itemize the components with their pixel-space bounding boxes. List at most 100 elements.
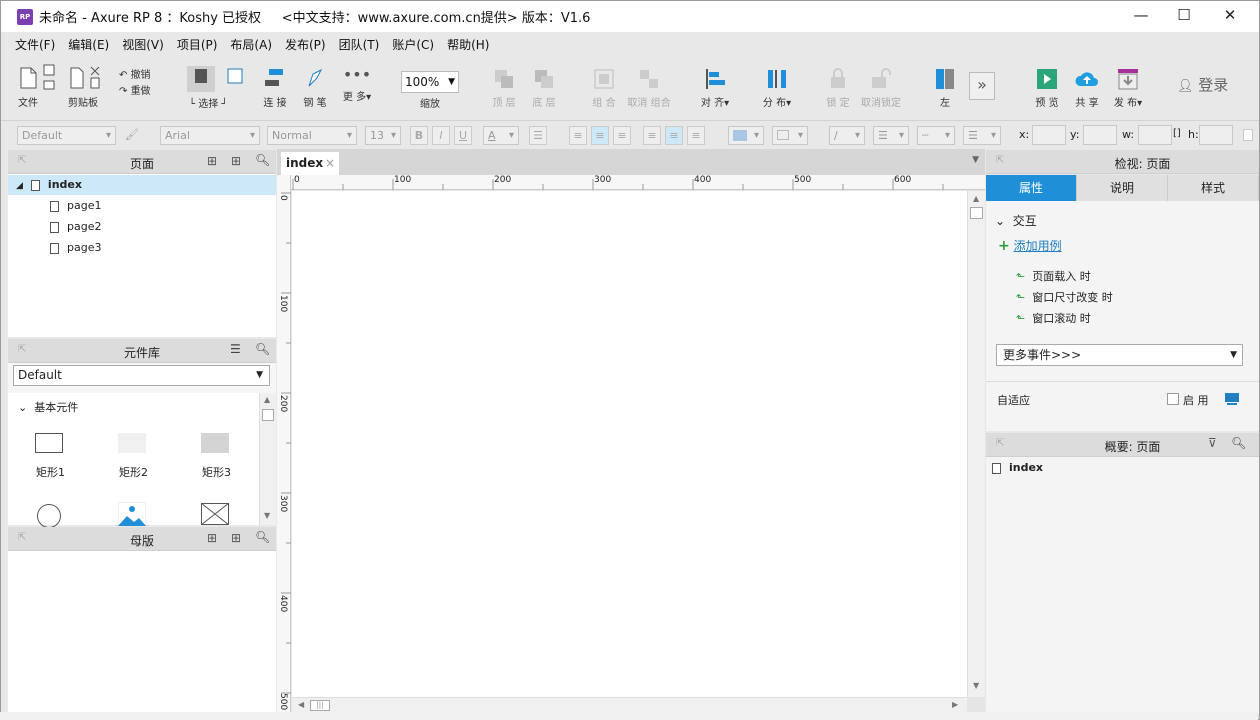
align-text-left-icon[interactable]: ≡: [569, 126, 587, 145]
interaction-section-toggle[interactable]: ⌄ 交互: [995, 212, 1037, 229]
maximize-button[interactable]: ☐: [1161, 1, 1207, 32]
file-button[interactable]: 文件: [15, 66, 41, 109]
scroll-up-icon[interactable]: ▲: [264, 395, 270, 404]
search-icon[interactable]: 🔍︎: [255, 153, 270, 167]
underline-button[interactable]: U: [454, 126, 472, 145]
menu-project[interactable]: 项目(P): [177, 36, 218, 53]
connect-button[interactable]: 连 接: [261, 66, 289, 109]
canvas-vertical-scrollbar[interactable]: ▲ ▼: [967, 191, 985, 697]
italic-button[interactable]: I: [432, 126, 450, 145]
tab-list-chevron-icon[interactable]: ▼: [972, 155, 979, 165]
library-select[interactable]: Default ▼: [13, 365, 270, 386]
add-folder-icon[interactable]: ⊞: [231, 154, 241, 168]
scroll-thumb[interactable]: [262, 409, 274, 421]
close-tab-icon[interactable]: ×: [325, 152, 335, 174]
menu-icon[interactable]: ☰: [230, 342, 241, 356]
expand-toolbar-button[interactable]: »: [969, 72, 995, 100]
hidden-checkbox[interactable]: [1243, 129, 1253, 141]
add-master-icon[interactable]: ⊞: [207, 531, 217, 545]
arrow-style-select[interactable]: ☰: [963, 126, 1001, 145]
rectangle3-widget[interactable]: [201, 433, 229, 453]
distribute-button[interactable]: 分 布▾: [759, 68, 795, 109]
canvas-horizontal-scrollbar[interactable]: ◀ ||| ▶: [292, 697, 967, 713]
event-window-resize[interactable]: ⬑ 窗口尺寸改变 时: [1016, 289, 1113, 305]
undo-button[interactable]: ↶ 撤销: [119, 66, 159, 81]
add-page-icon[interactable]: ⊞: [207, 154, 217, 168]
more-events-select[interactable]: 更多事件>>> ▼: [996, 344, 1243, 366]
tab-properties[interactable]: 属性: [986, 175, 1077, 201]
style-select[interactable]: Default: [17, 126, 116, 145]
save-button[interactable]: [41, 64, 57, 97]
image-widget[interactable]: [118, 502, 146, 526]
line-width-select[interactable]: ☰: [873, 126, 909, 145]
menu-publish[interactable]: 发布(P): [285, 36, 326, 53]
outline-item-index[interactable]: index: [992, 458, 1043, 478]
scroll-down-icon[interactable]: ▼: [973, 681, 979, 690]
pen-button[interactable]: 钢 笔: [301, 66, 329, 109]
align-text-right-icon[interactable]: ≡: [613, 126, 631, 145]
fill-color-select[interactable]: [728, 126, 764, 145]
lock-button[interactable]: 锁 定: [823, 68, 853, 109]
menu-file[interactable]: 文件(F): [15, 36, 55, 53]
adaptive-enable-checkbox[interactable]: [1167, 393, 1179, 405]
scroll-thumb[interactable]: |||: [310, 700, 330, 711]
menu-team[interactable]: 团队(T): [339, 36, 380, 53]
ellipse-widget[interactable]: [37, 504, 61, 528]
shadow-select[interactable]: [772, 126, 808, 145]
page-item-page3[interactable]: page3: [50, 238, 101, 258]
send-to-back-button[interactable]: 底 层: [529, 68, 559, 109]
more-tools-button[interactable]: ••• 更 多▾: [339, 66, 375, 104]
select-mode-button[interactable]: [187, 66, 215, 92]
select-contain-button[interactable]: [223, 66, 247, 91]
page-item-page2[interactable]: page2: [50, 217, 101, 237]
event-page-load[interactable]: ⬑ 页面载入 时: [1016, 268, 1091, 284]
valign-top-icon[interactable]: ≡: [643, 126, 661, 145]
menu-help[interactable]: 帮助(H): [447, 36, 489, 53]
search-icon[interactable]: 🔍︎: [1231, 436, 1246, 450]
redo-button[interactable]: ↷ 重做: [119, 82, 159, 97]
bold-button[interactable]: B: [410, 126, 428, 145]
page-item-page1[interactable]: page1: [50, 196, 101, 216]
minimize-button[interactable]: —: [1118, 1, 1164, 32]
page-item-index[interactable]: ◢ index: [8, 175, 276, 195]
scroll-thumb[interactable]: [970, 207, 983, 219]
line-color-select[interactable]: ∕: [829, 126, 865, 145]
scroll-left-icon[interactable]: ◀: [298, 700, 304, 709]
font-size-select[interactable]: 13: [365, 126, 401, 145]
tab-style[interactable]: 样式: [1168, 175, 1259, 201]
unlock-button[interactable]: 取消锁定: [859, 68, 903, 109]
search-icon[interactable]: 🔍︎: [255, 342, 270, 356]
add-folder-icon[interactable]: ⊞: [231, 531, 241, 545]
filter-icon[interactable]: ⊽: [1208, 436, 1217, 450]
menu-view[interactable]: 视图(V): [122, 36, 164, 53]
close-button[interactable]: ✕: [1207, 1, 1253, 32]
widgets-scrollbar[interactable]: ▲ ▼: [259, 393, 276, 525]
valign-bottom-icon[interactable]: ≡: [687, 126, 705, 145]
font-weight-select[interactable]: Normal: [267, 126, 357, 145]
align-button[interactable]: 对 齐▾: [699, 68, 731, 109]
font-family-select[interactable]: Arial: [160, 126, 260, 145]
zoom-select[interactable]: 100% ▼: [401, 71, 459, 93]
bring-to-front-button[interactable]: 顶 层: [489, 68, 519, 109]
pin-icon[interactable]: ⇱: [996, 155, 1004, 166]
line-style-select[interactable]: ┄: [917, 126, 955, 145]
group-button[interactable]: 组 合: [589, 68, 619, 109]
adaptive-settings-icon[interactable]: [1224, 391, 1240, 405]
category-basic[interactable]: ⌄ 基本元件: [18, 399, 78, 415]
w-input[interactable]: [1138, 125, 1172, 145]
event-window-scroll[interactable]: ⬑ 窗口滚动 时: [1016, 310, 1091, 326]
menu-arrange[interactable]: 布局(A): [230, 36, 272, 53]
y-input[interactable]: [1083, 125, 1117, 145]
login-button[interactable]: 👤︎ 登录: [1177, 74, 1233, 95]
ungroup-button[interactable]: 取消 组合: [627, 68, 671, 109]
search-icon[interactable]: 🔍︎: [255, 530, 270, 544]
pin-icon[interactable]: ⇱: [996, 438, 1004, 449]
tab-index[interactable]: index ×: [281, 152, 339, 175]
left-panel-button[interactable]: 左: [931, 68, 959, 109]
aspect-lock-icon[interactable]: []: [1173, 128, 1181, 139]
h-input[interactable]: [1199, 125, 1233, 145]
scroll-right-icon[interactable]: ▶: [952, 700, 958, 709]
bullet-list-icon[interactable]: ☰: [529, 126, 547, 145]
publish-button[interactable]: 发 布▾: [1111, 68, 1145, 109]
format-painter-icon[interactable]: 🖌︎: [123, 126, 141, 145]
